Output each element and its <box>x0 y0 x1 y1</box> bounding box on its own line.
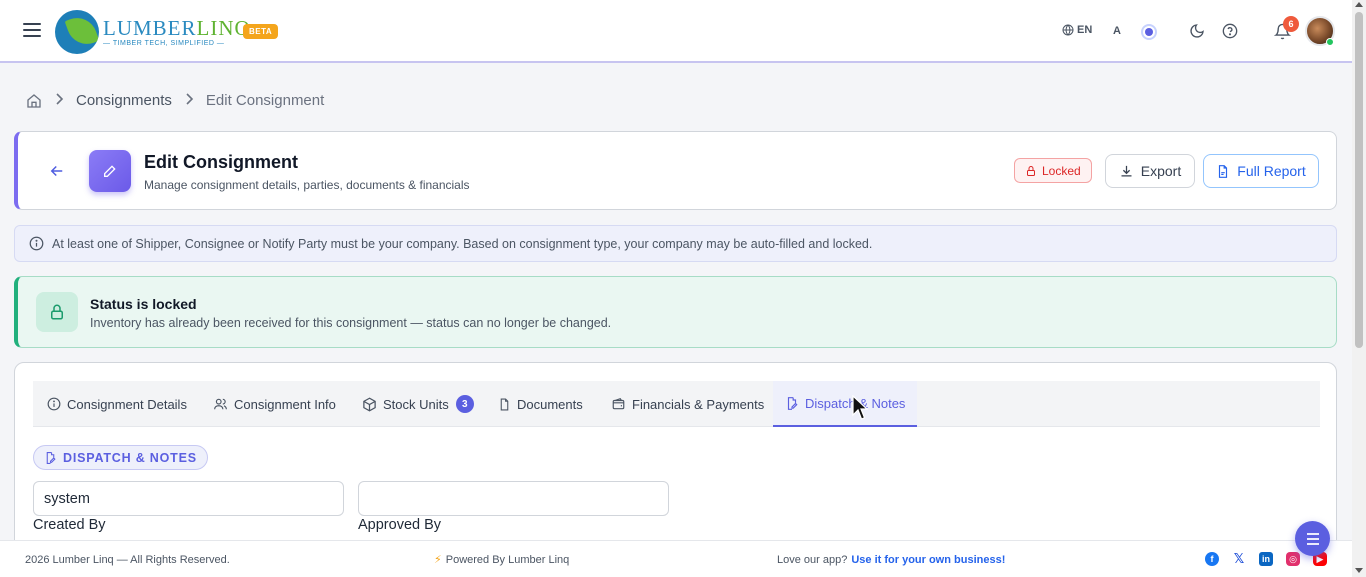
download-icon <box>1121 165 1132 176</box>
mouse-cursor-icon <box>852 395 868 420</box>
lock-icon <box>1027 165 1035 176</box>
footer: 2026 Lumber Linq — All Rights Reserved. … <box>0 540 1352 577</box>
language-label: EN <box>1077 24 1093 36</box>
info-icon <box>47 397 61 411</box>
help-icon[interactable] <box>1222 23 1238 39</box>
lightning-icon: ⚡ <box>434 554 442 566</box>
breadcrumb-current: Edit Consignment <box>205 92 325 109</box>
lock-icon <box>36 292 78 332</box>
globe-icon <box>1062 24 1074 36</box>
notification-count-badge: 6 <box>1283 16 1299 32</box>
scroll-down-arrow[interactable] <box>1355 568 1363 573</box>
edit-icon <box>89 150 131 192</box>
moon-icon[interactable] <box>1189 23 1205 39</box>
facebook-icon[interactable]: f <box>1205 552 1219 566</box>
page-header-card: Edit Consignment Manage consignment deta… <box>14 131 1337 210</box>
copyright-text: 2026 Lumber Linq — All Rights Reserved. <box>25 554 230 566</box>
language-selector[interactable]: EN <box>1062 24 1092 36</box>
chevron-right-icon <box>54 92 64 109</box>
approved-by-label: Approved By <box>358 517 442 533</box>
tab-stock-units[interactable]: Stock Units 3 <box>350 381 486 427</box>
created-by-label: Created By <box>33 517 106 533</box>
tab-documents[interactable]: Documents <box>486 381 595 427</box>
vertical-scrollbar[interactable] <box>1352 0 1366 577</box>
breadcrumb-consignments[interactable]: Consignments <box>76 92 172 109</box>
created-by-field[interactable]: system <box>33 481 344 516</box>
breadcrumb: Consignments Edit Consignment <box>26 92 324 109</box>
x-icon[interactable]: 𝕏 <box>1232 551 1246 566</box>
scroll-up-arrow[interactable] <box>1355 2 1363 7</box>
tab-dispatch-notes[interactable]: Dispatch & Notes <box>773 381 918 427</box>
wallet-icon <box>612 398 625 410</box>
edit-file-icon <box>787 396 798 410</box>
logo-mark <box>55 10 99 54</box>
promo-link[interactable]: Use it for your own business! <box>851 554 1005 566</box>
logo-tagline: — TIMBER TECH, SIMPLIFIED — <box>103 40 225 47</box>
box-icon <box>363 397 376 411</box>
tab-bar: Consignment Details Consignment Info Sto… <box>33 381 1320 427</box>
tab-consignment-details[interactable]: Consignment Details <box>35 381 199 427</box>
info-banner: At least one of Shipper, Consignee or No… <box>14 225 1337 262</box>
font-size-toggle[interactable]: A <box>1113 25 1121 37</box>
promo-text: Love our app? Use it for your own busines… <box>777 554 1006 566</box>
page-title: Edit Consignment <box>144 152 298 172</box>
section-label-dispatch-notes: DISPATCH & NOTES <box>33 445 208 470</box>
theme-color-picker[interactable] <box>1141 24 1157 40</box>
status-description: Inventory has already been received for … <box>90 316 612 330</box>
page-subtitle: Manage consignment details, parties, doc… <box>144 178 470 192</box>
export-button[interactable]: Export <box>1105 154 1195 188</box>
chat-menu-button[interactable] <box>1295 521 1330 556</box>
home-icon[interactable] <box>26 93 42 109</box>
logo-name: LUMBERLINQ <box>103 16 251 40</box>
info-banner-text: At least one of Shipper, Consignee or No… <box>52 236 873 251</box>
list-icon <box>1306 532 1319 545</box>
scrollbar-thumb[interactable] <box>1355 12 1363 348</box>
status-title: Status is locked <box>90 296 197 312</box>
full-report-button[interactable]: Full Report <box>1203 154 1319 188</box>
app-logo[interactable]: LUMBERLINQ — TIMBER TECH, SIMPLIFIED — <box>55 10 251 54</box>
menu-icon[interactable] <box>23 23 41 39</box>
beta-badge: BETA <box>243 24 279 39</box>
info-icon <box>29 236 44 251</box>
tab-consignment-info[interactable]: Consignment Info <box>201 381 348 427</box>
stock-units-count-badge: 3 <box>455 395 474 413</box>
online-status-dot <box>1326 38 1334 46</box>
powered-by: ⚡ Powered By Lumber Linq <box>434 553 570 567</box>
tab-financials-payments[interactable]: Financials & Payments <box>599 381 776 427</box>
pdf-file-icon <box>1219 164 1228 178</box>
consignment-form-card: Consignment Details Consignment Info Sto… <box>14 362 1337 562</box>
approved-by-field[interactable] <box>358 481 669 516</box>
users-icon <box>214 398 227 410</box>
top-bar: LUMBERLINQ — TIMBER TECH, SIMPLIFIED — B… <box>0 0 1352 63</box>
back-arrow-icon[interactable] <box>48 162 66 180</box>
locked-badge: Locked <box>1014 158 1092 183</box>
chevron-right-icon <box>184 92 194 109</box>
file-icon <box>500 398 509 410</box>
status-locked-card: Status is locked Inventory has already b… <box>14 276 1337 348</box>
linkedin-icon[interactable]: in <box>1259 552 1273 566</box>
instagram-icon[interactable]: ◎ <box>1286 552 1300 566</box>
edit-file-icon <box>46 451 56 464</box>
